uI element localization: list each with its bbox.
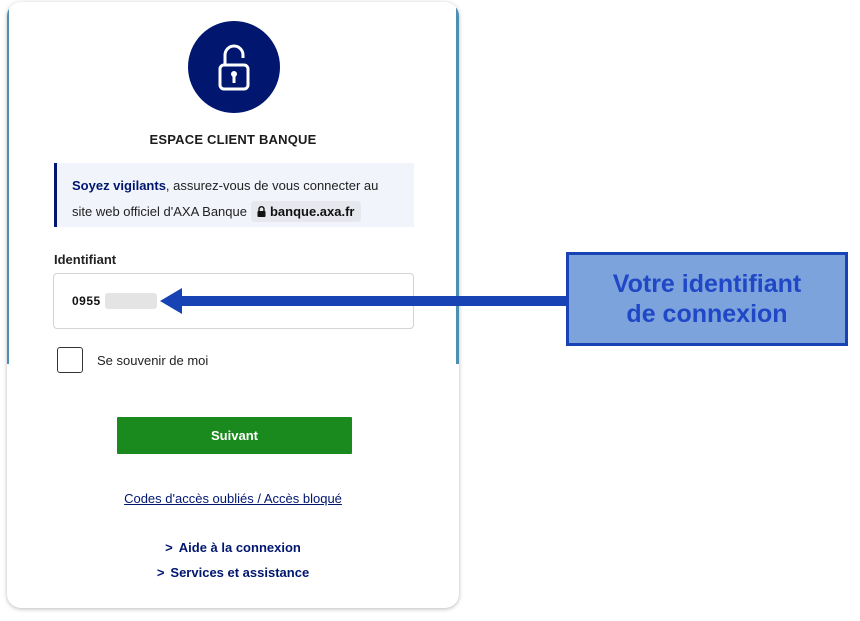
annotation-callout: Votre identifiant de connexion (566, 252, 848, 346)
callout-line-2: de connexion (626, 300, 788, 328)
callout-line-1: Votre identifiant (612, 270, 802, 298)
